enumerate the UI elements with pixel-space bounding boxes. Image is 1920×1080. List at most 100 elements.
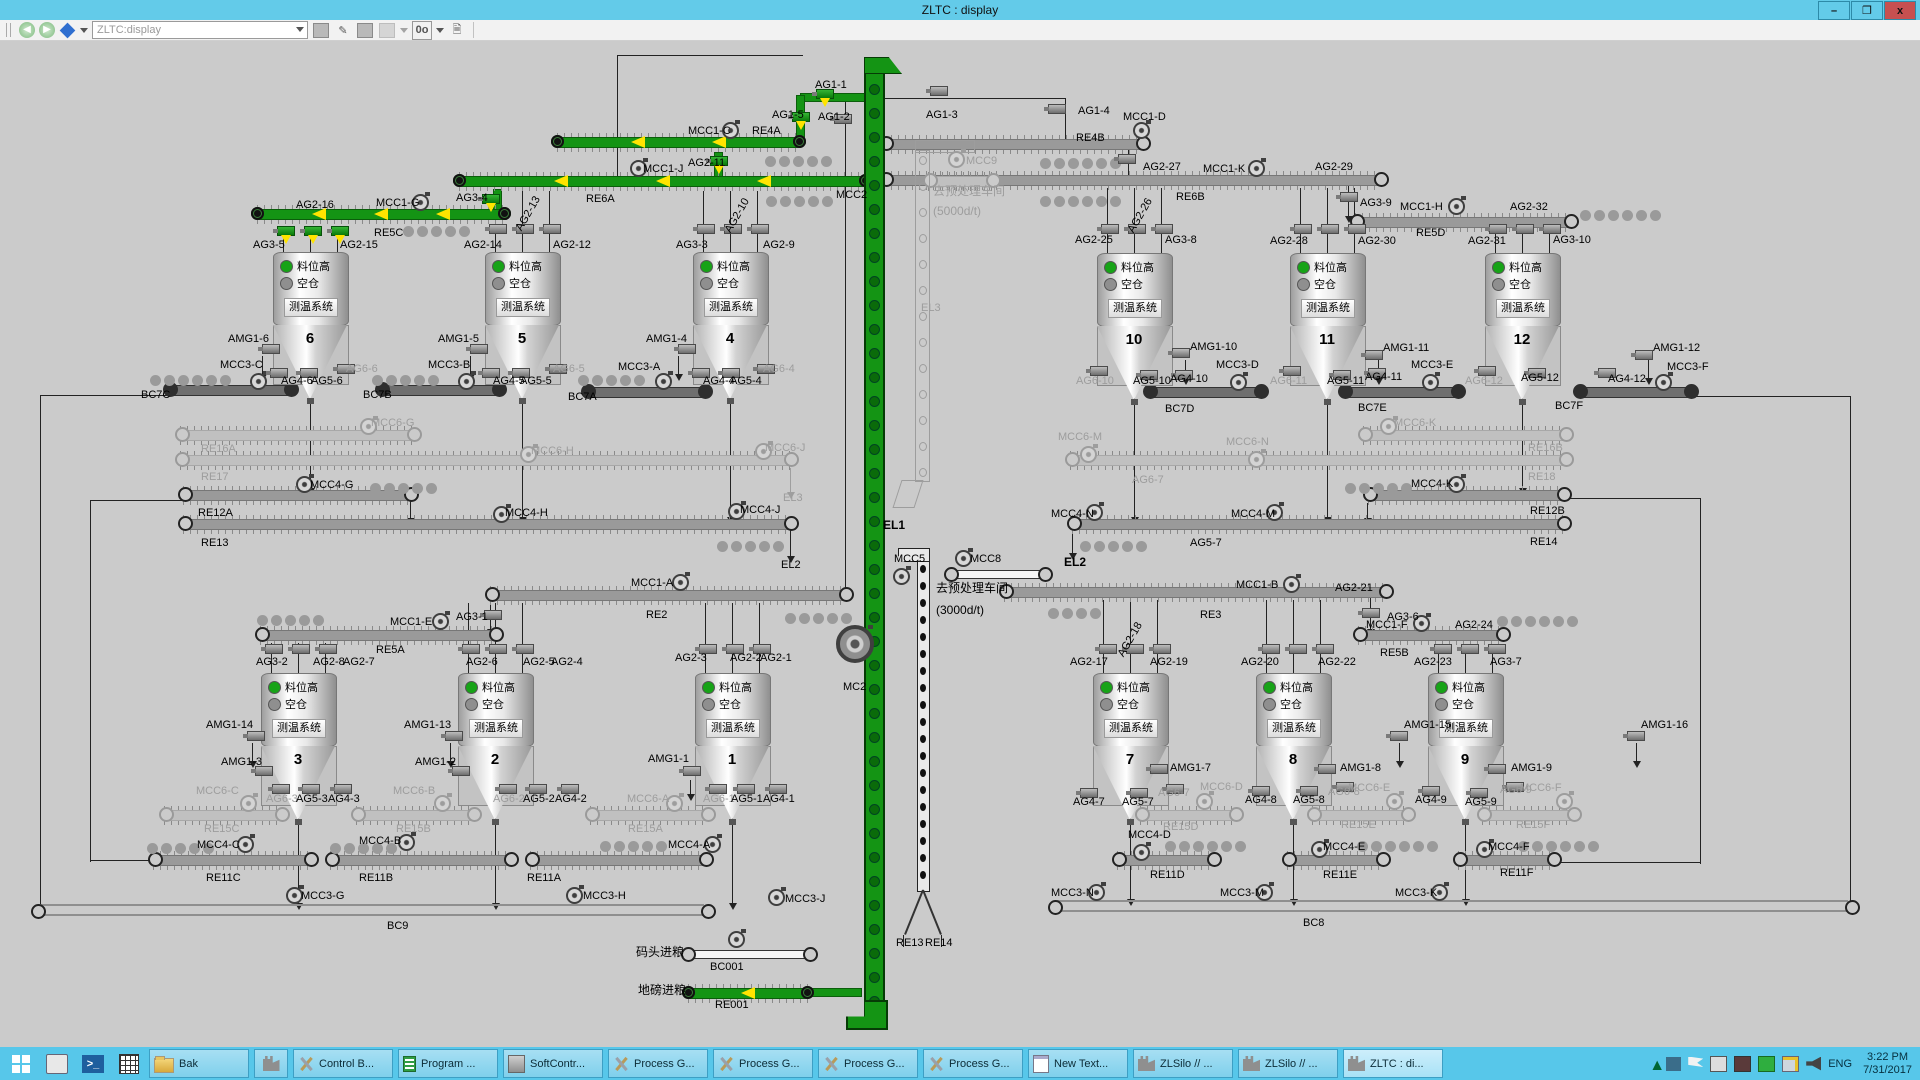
taskbar-button-zltc-di-[interactable]: ZLTC : di... (1343, 1049, 1443, 1078)
conveyor-track[interactable] (40, 904, 704, 916)
valve[interactable] (1099, 644, 1117, 654)
fan-MC2[interactable] (836, 625, 874, 663)
valve[interactable] (1390, 731, 1408, 741)
fan-MCC6-D[interactable] (1196, 793, 1213, 810)
conveyor-bc[interactable] (1580, 387, 1692, 398)
temp-system-button[interactable]: 测温系统 (1301, 299, 1355, 318)
network-warning-icon[interactable] (1782, 1056, 1799, 1072)
taskbar-button-softcontr-[interactable]: SoftContr... (503, 1049, 603, 1078)
valve[interactable] (1155, 224, 1173, 234)
taskbar-button-bak[interactable]: Bak (149, 1049, 249, 1078)
fan-MCC1-B[interactable] (1283, 576, 1300, 593)
valve[interactable] (1488, 644, 1506, 654)
elevator-EL1[interactable] (864, 70, 885, 1029)
conveyor-belt[interactable] (1458, 855, 1553, 866)
fan-MCC1-H[interactable] (1448, 198, 1465, 215)
valve[interactable] (489, 224, 507, 234)
display-selector[interactable]: ZLTC:display (92, 21, 308, 39)
temp-system-button[interactable]: 测温系统 (1108, 299, 1162, 318)
tray-calculator-icon[interactable] (1710, 1056, 1727, 1072)
temp-system-button[interactable]: 测温系统 (272, 719, 326, 738)
fan-MCC6-F[interactable] (1556, 793, 1573, 810)
valve[interactable] (470, 344, 488, 354)
fan-MCC6-M[interactable] (1080, 446, 1097, 463)
minimize-button[interactable]: – (1818, 1, 1850, 20)
valve[interactable] (1516, 224, 1534, 234)
valve[interactable] (516, 644, 534, 654)
conveyor-track[interactable] (1057, 900, 1848, 912)
conveyor-belt[interactable] (1072, 519, 1563, 530)
temp-system-button[interactable]: 测温系统 (496, 298, 550, 317)
conveyor-belt[interactable] (180, 430, 413, 441)
fan-MCC3-H[interactable] (566, 887, 583, 904)
valve[interactable] (265, 644, 283, 654)
valve[interactable] (262, 344, 280, 354)
hidden-icons-arrow[interactable]: ▲ (1649, 1057, 1659, 1071)
fan-MCC6-C[interactable] (240, 795, 257, 812)
fan-MCC3-D[interactable] (1230, 374, 1247, 391)
taskbar-button-process-g-[interactable]: Process G... (923, 1049, 1023, 1078)
valve[interactable] (1434, 644, 1452, 654)
valve[interactable] (678, 344, 696, 354)
import-icon[interactable] (312, 22, 330, 39)
valve[interactable] (331, 226, 349, 236)
conveyor-belt[interactable] (1004, 587, 1385, 598)
conveyor-belt[interactable] (590, 810, 707, 821)
server-manager-icon[interactable] (42, 1051, 72, 1077)
taskbar-button-zlsilo-[interactable]: ZLSilo // ... (1238, 1049, 1338, 1078)
valve[interactable] (1321, 224, 1339, 234)
taskbar-button-zlsilo-[interactable]: ZLSilo // ... (1133, 1049, 1233, 1078)
fan-MCC4-D[interactable] (1133, 844, 1150, 861)
refresh-icon[interactable] (378, 22, 396, 39)
taskbar-button-process-g-[interactable]: Process G... (608, 1049, 708, 1078)
valve[interactable] (1101, 224, 1119, 234)
valve[interactable] (1153, 644, 1171, 654)
temp-system-button[interactable]: 测温系统 (284, 298, 338, 317)
flag-icon[interactable] (1688, 1057, 1703, 1071)
display-dropdown-caret[interactable] (80, 28, 88, 33)
valve[interactable] (1365, 350, 1383, 360)
fan-MCC5[interactable] (893, 568, 910, 585)
temp-system-button[interactable]: 测温系统 (1267, 719, 1321, 738)
valve[interactable] (1048, 104, 1066, 114)
conveyor-belt[interactable] (1355, 217, 1570, 228)
valve[interactable] (489, 644, 507, 654)
conveyor-belt[interactable] (490, 590, 845, 601)
taskbar-button-factory[interactable] (254, 1049, 288, 1078)
fan-MCC1-K[interactable] (1248, 160, 1265, 177)
elevator-EL3[interactable] (915, 150, 930, 482)
conveyor-belt[interactable] (1358, 630, 1502, 641)
valve[interactable] (930, 86, 948, 96)
clock[interactable]: 3:22 PM 7/31/2017 (1863, 1051, 1912, 1077)
taskbar-button-process-g-[interactable]: Process G... (818, 1049, 918, 1078)
fan-MCC1-D[interactable] (1133, 122, 1150, 139)
temp-system-button[interactable]: 测温系统 (1496, 299, 1550, 318)
fan-MCC1-A[interactable] (672, 574, 689, 591)
valve[interactable] (1362, 608, 1380, 618)
valve[interactable] (319, 644, 337, 654)
valve[interactable] (277, 226, 295, 236)
fan-MCC6-B[interactable] (434, 795, 451, 812)
conveyor-belt[interactable] (153, 855, 310, 866)
valve[interactable] (543, 224, 561, 234)
valve[interactable] (1118, 154, 1136, 164)
toolbar-grip[interactable] (6, 23, 11, 37)
green-book-icon[interactable] (1758, 1056, 1775, 1072)
language-indicator[interactable]: ENG (1828, 1058, 1852, 1070)
conveyor-belt[interactable] (688, 988, 808, 999)
valve[interactable] (1340, 192, 1358, 202)
conveyor-belt[interactable] (330, 855, 510, 866)
valve[interactable] (1316, 644, 1334, 654)
forward-button[interactable]: ▶ (39, 22, 55, 38)
elevator-EL2[interactable] (917, 560, 930, 892)
fan-MCC3-C[interactable] (250, 373, 267, 390)
zoom-tool[interactable]: 0o (412, 21, 432, 40)
valve[interactable] (1262, 644, 1280, 654)
conveyor-belt[interactable] (685, 950, 810, 959)
conveyor-belt[interactable] (183, 519, 790, 530)
valve[interactable] (1150, 764, 1168, 774)
printer-icon[interactable] (356, 22, 374, 39)
pin-icon[interactable]: ✎ (334, 22, 352, 39)
valve[interactable] (1488, 764, 1506, 774)
display-settings-icon[interactable] (1734, 1056, 1751, 1072)
